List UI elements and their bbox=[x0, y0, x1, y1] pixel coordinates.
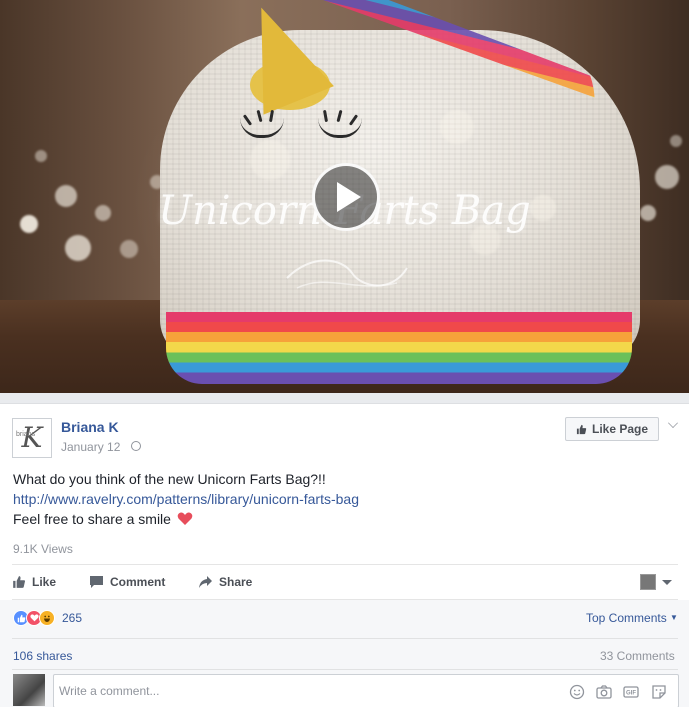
chevron-down-icon[interactable] bbox=[668, 418, 678, 428]
post-text-line: What do you think of the new Unicorn Far… bbox=[13, 471, 326, 487]
comment-box[interactable]: GIF bbox=[53, 674, 679, 707]
video-player[interactable]: Unicorn Farts Bag bbox=[0, 0, 689, 393]
share-icon bbox=[199, 576, 212, 588]
play-icon bbox=[337, 182, 361, 212]
divider bbox=[12, 669, 678, 670]
view-count: 9.1K Views bbox=[13, 542, 73, 556]
share-as-avatar[interactable] bbox=[640, 574, 656, 590]
play-button[interactable] bbox=[312, 163, 380, 231]
thumbs-up-icon bbox=[13, 576, 26, 588]
post-text-line: Feel free to share a smile bbox=[13, 511, 171, 527]
comments-count[interactable]: 33 Comments bbox=[600, 649, 675, 663]
sticker-icon[interactable] bbox=[651, 684, 667, 700]
like-button[interactable]: Like bbox=[12, 565, 56, 599]
emoji-icon[interactable] bbox=[569, 684, 585, 700]
like-page-label: Like Page bbox=[591, 422, 649, 436]
reactions-summary[interactable]: 265 bbox=[13, 609, 82, 627]
post-date[interactable]: January 12 bbox=[61, 440, 120, 454]
post-message: What do you think of the new Unicorn Far… bbox=[13, 469, 663, 529]
share-label: Share bbox=[219, 575, 253, 589]
top-comments-label: Top Comments bbox=[586, 611, 667, 625]
like-label: Like bbox=[32, 575, 57, 589]
page-avatar[interactable]: brians K bbox=[12, 418, 52, 458]
comment-button[interactable]: Comment bbox=[89, 565, 165, 599]
avatar-letter: K bbox=[21, 421, 43, 454]
haha-reaction-icon bbox=[39, 610, 55, 626]
caret-down-icon: ▼ bbox=[670, 613, 678, 622]
post-url-link[interactable]: http://www.ravelry.com/patterns/library/… bbox=[13, 491, 359, 507]
comment-input[interactable] bbox=[59, 684, 539, 698]
svg-text:GIF: GIF bbox=[626, 691, 636, 697]
avatar-text: brians bbox=[16, 431, 36, 438]
action-bar: Like Comment Share bbox=[12, 564, 678, 600]
heart-icon bbox=[177, 512, 193, 525]
top-comments-dropdown[interactable]: Top Comments ▼ bbox=[586, 611, 678, 625]
post-card: brians K Briana K January 12 Like Page W… bbox=[0, 403, 689, 707]
shares-count[interactable]: 106 shares bbox=[13, 649, 72, 663]
comment-label: Comment bbox=[110, 575, 166, 589]
reaction-count[interactable]: 265 bbox=[62, 611, 82, 625]
globe-icon bbox=[131, 441, 141, 451]
caret-down-icon[interactable] bbox=[662, 580, 672, 585]
page-name-link[interactable]: Briana K bbox=[61, 419, 119, 435]
thumbs-up-icon bbox=[576, 424, 587, 434]
like-page-button[interactable]: Like Page bbox=[565, 417, 659, 441]
comment-icon bbox=[90, 576, 103, 588]
share-button[interactable]: Share bbox=[198, 565, 252, 599]
swirl-decoration bbox=[286, 259, 408, 289]
divider bbox=[12, 638, 678, 639]
user-avatar[interactable] bbox=[13, 674, 45, 706]
camera-icon[interactable] bbox=[596, 684, 612, 700]
gif-icon[interactable]: GIF bbox=[623, 684, 639, 700]
